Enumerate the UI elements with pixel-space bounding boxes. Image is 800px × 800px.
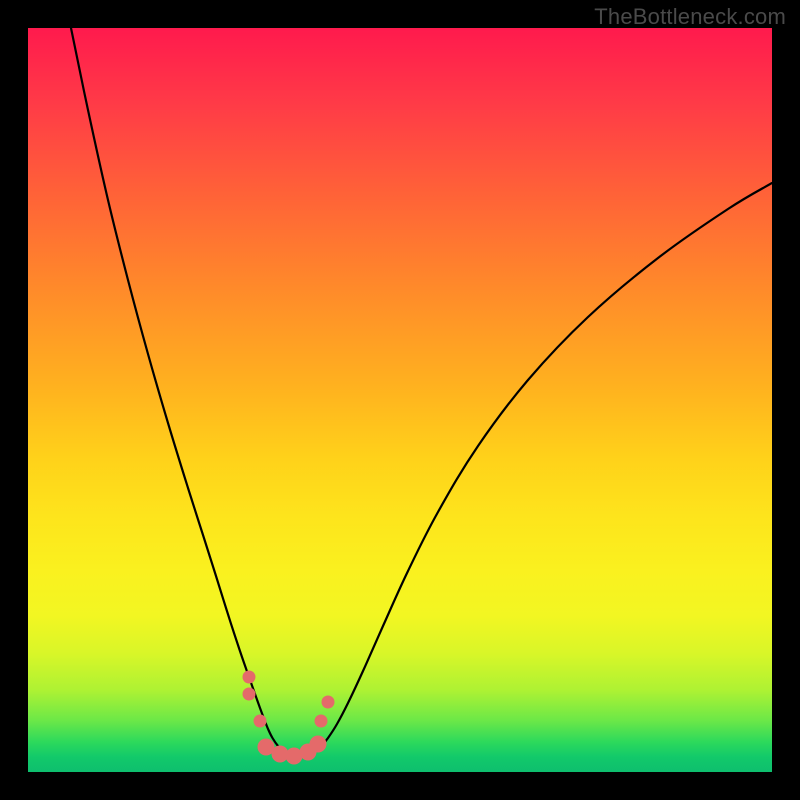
curve-layer bbox=[28, 28, 772, 772]
valley-dots-group bbox=[243, 671, 335, 765]
valley-dot bbox=[243, 688, 256, 701]
valley-dot bbox=[243, 671, 256, 684]
plot-area bbox=[28, 28, 772, 772]
valley-dot bbox=[310, 736, 327, 753]
valley-dot bbox=[322, 696, 335, 709]
valley-dot bbox=[254, 715, 267, 728]
watermark-text: TheBottleneck.com bbox=[594, 4, 786, 30]
chart-frame: TheBottleneck.com bbox=[0, 0, 800, 800]
valley-dot bbox=[315, 715, 328, 728]
bottleneck-curve bbox=[71, 28, 772, 757]
